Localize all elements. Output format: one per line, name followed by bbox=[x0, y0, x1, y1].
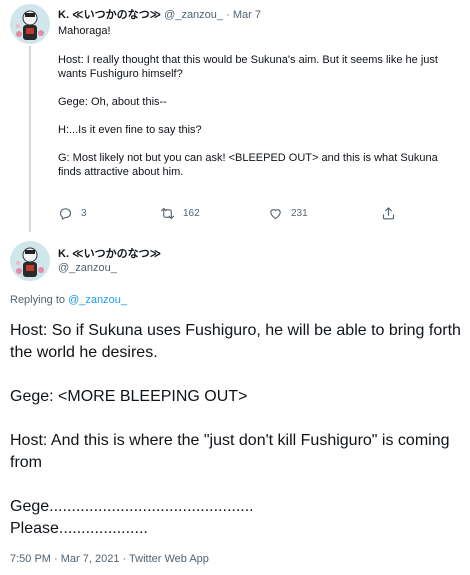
tweet-header: K. ≪いつかのなつ≫ @_zanzou_ · Mar 7 bbox=[58, 6, 261, 22]
display-name[interactable]: K. ≪いつかのなつ≫ bbox=[58, 245, 161, 261]
like-button[interactable]: 231 bbox=[268, 206, 308, 221]
tweet-line: Host: And this is where the "just don't … bbox=[10, 432, 450, 471]
tweet-timestamp[interactable]: 7:50 PM · Mar 7, 2021 · Twitter Web App bbox=[10, 553, 209, 565]
reply-count: 3 bbox=[81, 208, 87, 219]
tweet-1[interactable]: K. ≪いつかのなつ≫ @_zanzou_ · Mar 7 Mahoraga! … bbox=[0, 0, 470, 232]
share-button[interactable] bbox=[381, 206, 396, 221]
reply-icon bbox=[59, 208, 72, 220]
reply-button[interactable]: 3 bbox=[58, 206, 87, 221]
tweet-line: Host: So if Sukuna uses Fushiguro, he wi… bbox=[10, 322, 461, 361]
tweet-text: Mahoraga! Host: I really thought that th… bbox=[58, 24, 460, 193]
tweet-date[interactable]: · Mar 7 bbox=[226, 9, 261, 21]
thread-connector-line bbox=[29, 46, 31, 232]
tweet-line: Gege....................................… bbox=[10, 498, 254, 515]
user-handle[interactable]: @_zanzou_ bbox=[58, 262, 117, 274]
tweet-actions: 3 162 231 bbox=[58, 206, 438, 222]
replying-to-link[interactable]: @_zanzou_ bbox=[68, 294, 127, 306]
heart-icon bbox=[270, 209, 281, 220]
like-count: 231 bbox=[291, 208, 308, 219]
retweet-button[interactable]: 162 bbox=[160, 206, 200, 221]
display-name[interactable]: K. ≪いつかのなつ≫ bbox=[58, 9, 161, 21]
avatar[interactable] bbox=[10, 4, 50, 44]
user-handle[interactable]: @_zanzou_ bbox=[164, 9, 223, 21]
retweet-icon bbox=[161, 207, 174, 220]
replying-to: Replying to @_zanzou_ bbox=[10, 294, 127, 306]
share-icon bbox=[382, 207, 395, 220]
tweet-line: Gege: <MORE BLEEPING OUT> bbox=[10, 388, 248, 405]
tweet-line: Please.................... bbox=[10, 520, 148, 537]
tweet-line: H:...Is it even fine to say this? bbox=[58, 124, 202, 136]
tweet-line: Mahoraga! bbox=[58, 25, 111, 37]
avatar[interactable] bbox=[10, 241, 50, 281]
retweet-count: 162 bbox=[183, 208, 200, 219]
replying-to-label: Replying to bbox=[10, 294, 66, 306]
tweet-line: G: Most likely not but you can ask! <BLE… bbox=[58, 152, 438, 178]
tweet-line: Gege: Oh, about this-- bbox=[58, 96, 167, 108]
tweet-line: Host: I really thought that this would b… bbox=[58, 54, 438, 80]
tweet-text: Host: So if Sukuna uses Fushiguro, he wi… bbox=[10, 320, 465, 540]
